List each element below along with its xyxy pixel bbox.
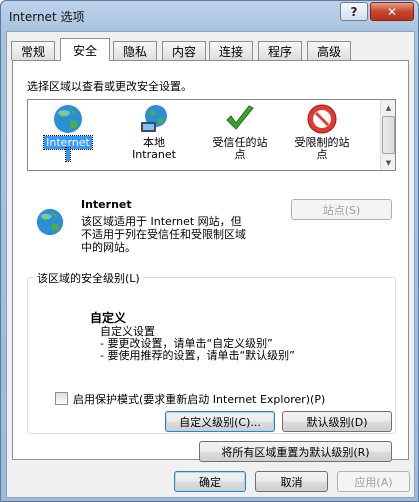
zone-label: 受信任的站点 — [212, 136, 268, 161]
tab-label: 连接 — [218, 44, 243, 59]
tab-privacy[interactable]: 隐私 — [113, 41, 157, 60]
sites-button[interactable]: 站点(S) — [291, 199, 392, 220]
custom-level-description: 自定义设置 - 要更改设置，请单击“自定义级别” - 要使用推荐的设置，请单击“… — [100, 325, 295, 362]
tab-advanced[interactable]: 高级 — [307, 41, 351, 60]
custom-level-button[interactable]: 自定义级别(C)... — [165, 411, 275, 432]
zone-internet[interactable]: Internet — [30, 100, 106, 170]
zone-title: Internet — [81, 198, 132, 211]
close-button[interactable]: ✕ — [370, 2, 414, 21]
select-zone-label: 选择区域以查看或更改安全设置。 — [27, 80, 192, 93]
tab-label: 高级 — [316, 44, 341, 59]
apply-button[interactable]: 应用(A) — [337, 471, 410, 492]
security-level-group-title: 该区域的安全级别(L) — [34, 270, 143, 286]
custom-level-title: 自定义 — [90, 311, 127, 325]
protected-mode-checkbox[interactable] — [55, 392, 68, 405]
title-bar[interactable]: Internet 选项 ? ✕ — [1, 1, 418, 31]
scroll-up-arrow-icon[interactable]: ▲ — [381, 100, 396, 115]
selected-zone-globe-icon — [36, 208, 64, 236]
tab-label: 程序 — [267, 44, 292, 59]
security-panel: 选择区域以查看或更改安全设置。 Internet 本地 Intranet 受信任… — [12, 60, 409, 462]
scroll-thumb[interactable] — [382, 116, 395, 154]
help-button[interactable]: ? — [340, 2, 368, 21]
zone-label: 受限制的站点 — [294, 136, 350, 161]
default-level-button[interactable]: 默认级别(D) — [282, 411, 392, 432]
cancel-button[interactable]: 取消 — [255, 471, 328, 492]
scroll-down-arrow-icon[interactable]: ▼ — [381, 155, 396, 170]
checkmark-icon — [226, 105, 254, 130]
tab-label: 安全 — [72, 43, 97, 58]
zone-list-scrollbar[interactable]: ▲ ▼ — [380, 100, 395, 170]
zone-restricted-sites[interactable]: 受限制的站点 — [284, 100, 360, 170]
help-icon: ? — [350, 4, 358, 19]
tab-security[interactable]: 安全 — [60, 38, 110, 61]
dialog-client: 常规 安全 隐私 内容 连接 程序 高级 选择区域以查看或更改安全设置。 Int… — [6, 31, 415, 498]
tab-programs[interactable]: 程序 — [258, 41, 302, 60]
tab-label: 常规 — [20, 44, 45, 59]
zone-description: 该区域适用于 Internet 网站，但 不适用于列在受信任和受限制区域 中的网… — [81, 215, 246, 254]
tab-general[interactable]: 常规 — [11, 41, 55, 60]
zone-local-intranet[interactable]: 本地 Intranet — [116, 100, 192, 170]
close-icon: ✕ — [386, 4, 398, 19]
zone-trusted-sites[interactable]: 受信任的站点 — [202, 100, 278, 170]
tab-label: 隐私 — [122, 44, 147, 59]
ok-button[interactable]: 确定 — [174, 471, 246, 492]
zone-list: Internet 本地 Intranet 受信任的站点 受限制的站 点 ▲ ▼ — [27, 99, 396, 171]
tab-label: 内容 — [171, 44, 196, 59]
zone-label: Internet — [30, 135, 106, 162]
intranet-globe-icon — [141, 105, 167, 132]
globe-icon — [54, 105, 82, 133]
zone-label: 本地 Intranet — [132, 136, 176, 161]
tab-content[interactable]: 内容 — [162, 41, 206, 60]
internet-options-window: Internet 选项 ? ✕ 常规 安全 隐私 内容 连接 程序 高级 选择区… — [0, 0, 419, 502]
protected-mode-label: 启用保护模式(要求重新启动 Internet Explorer)(P) — [73, 393, 326, 406]
restricted-icon — [307, 104, 337, 134]
tab-connections[interactable]: 连接 — [209, 41, 253, 60]
window-title: Internet 选项 — [9, 10, 85, 24]
reset-all-zones-button[interactable]: 将所有区域重置为默认级别(R) — [199, 441, 392, 462]
